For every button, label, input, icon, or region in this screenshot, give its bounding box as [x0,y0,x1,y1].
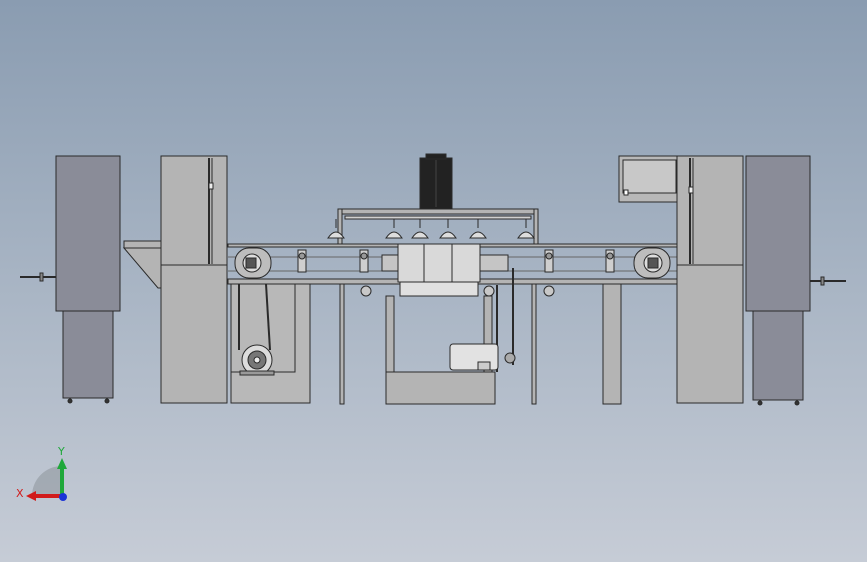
right-top-hopper[interactable] [618,155,681,203]
left-outer-cabinet[interactable] [55,155,121,404]
top-gantry[interactable] [337,208,539,245]
left-conveyor-pulley[interactable] [234,247,272,279]
z-axis-point [59,493,67,501]
right-conveyor-pulley[interactable] [633,247,671,279]
x-axis-arrowhead [26,491,36,501]
suction-nozzles[interactable] [327,219,535,239]
cad-viewport[interactable]: X Y [0,0,867,562]
left-motor-frame[interactable] [230,283,311,404]
left-column[interactable] [160,155,228,404]
spindle-motor[interactable] [419,153,453,210]
x-axis-label: X [16,487,24,500]
right-outer-cabinet[interactable] [745,155,811,406]
y-axis-arrowhead [57,458,67,469]
right-handle[interactable] [810,276,846,286]
center-drive-motor[interactable] [449,343,516,371]
orientation-triad[interactable]: X Y [16,445,67,501]
machine-assembly-view[interactable]: X Y [0,0,867,562]
triad-plane [32,466,62,496]
y-axis-label: Y [57,445,65,458]
left-infeed-chute [122,240,163,289]
left-handle[interactable] [20,272,56,282]
right-column[interactable] [676,155,744,404]
